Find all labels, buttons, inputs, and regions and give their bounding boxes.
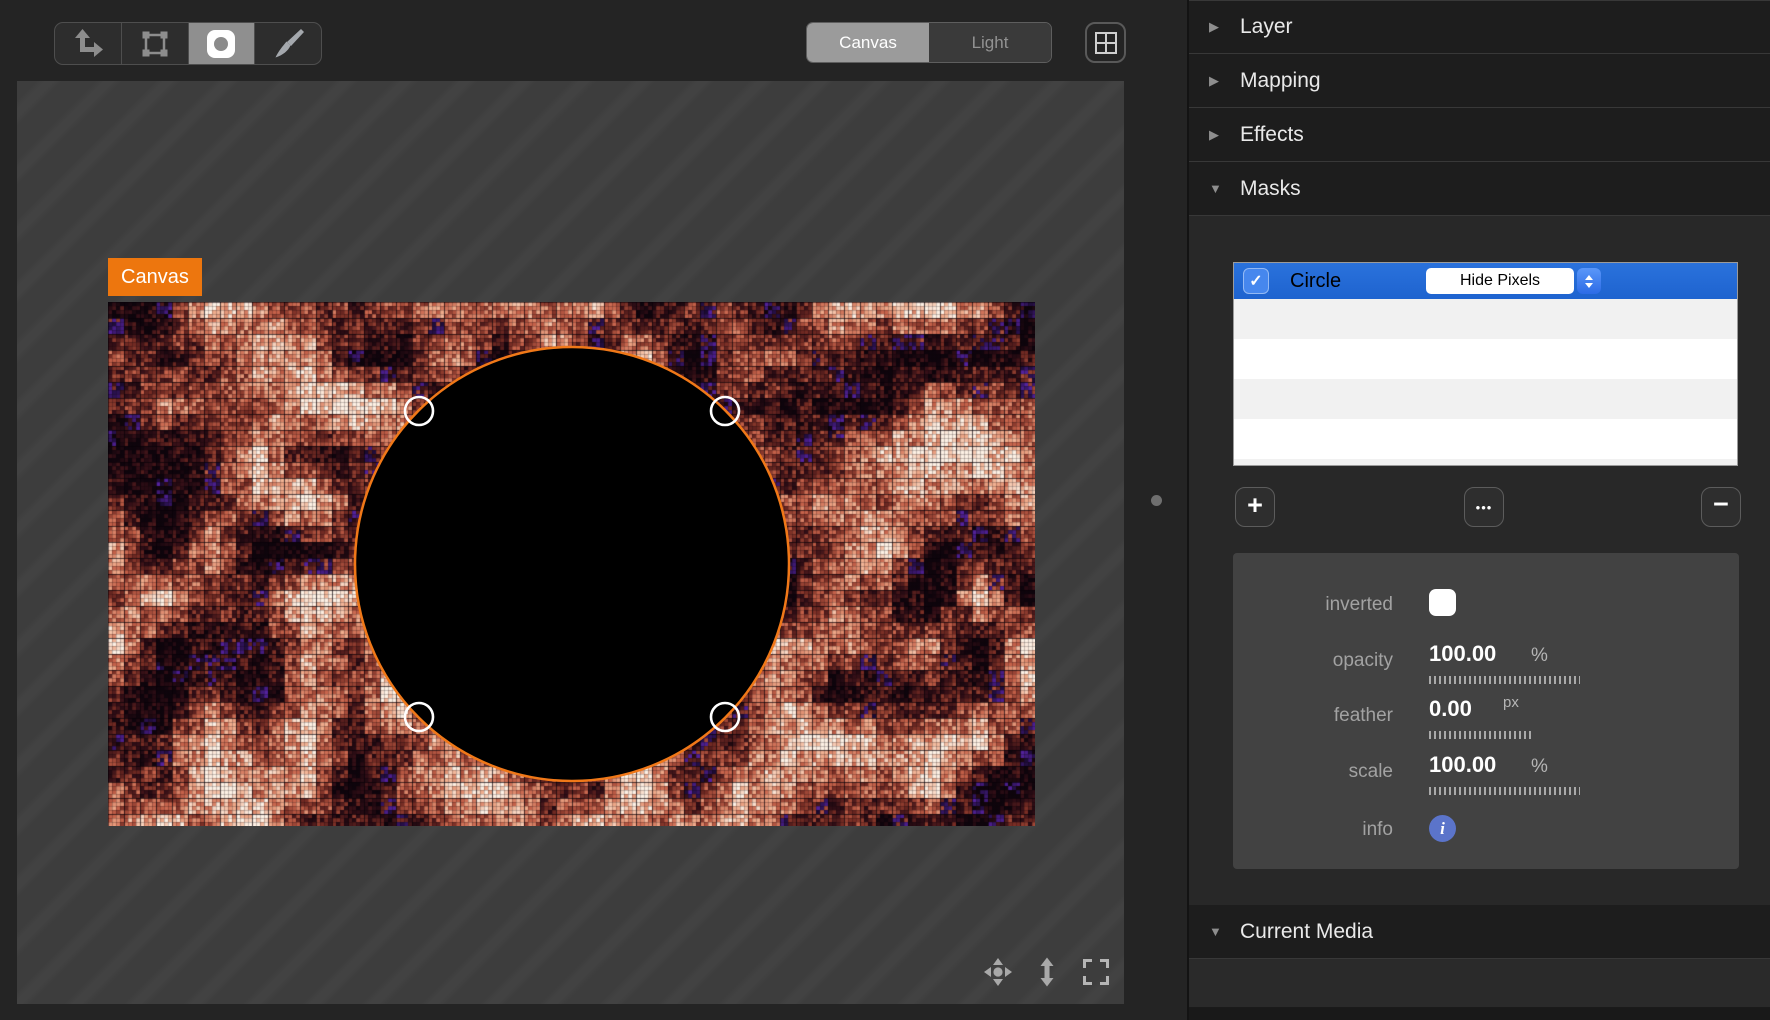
feather-label: feather [1233,705,1393,727]
feather-unit: px [1503,694,1519,711]
section-header-layer[interactable]: ▶ Layer [1189,0,1770,54]
panel-bottom-filler [1189,1008,1770,1020]
opacity-label: opacity [1233,650,1393,672]
chevron-right-icon: ▶ [1209,73,1227,89]
scale-slider[interactable] [1429,787,1580,795]
info-button[interactable]: i [1429,815,1456,842]
media-preview [108,302,1035,826]
mask-row-circle[interactable]: ✓ Circle Hide Pixels [1234,263,1737,299]
move-tool-button[interactable] [55,23,122,64]
mask-list: ✓ Circle Hide Pixels [1233,262,1738,466]
mask-tool-button[interactable] [189,23,256,64]
section-title: Layer [1240,15,1293,39]
info-label: info [1233,819,1393,841]
grid-icon [1094,31,1118,55]
transform-tool-button[interactable] [122,23,189,64]
chevron-right-icon: ▶ [1209,127,1227,143]
view-toggle: Canvas Light [806,22,1052,63]
pan-view-button[interactable] [982,956,1014,988]
mask-name: Circle [1290,263,1341,299]
masks-section-content: ✓ Circle Hide Pixels + ••• − inverted op… [1189,216,1770,905]
canvas-viewport[interactable]: Canvas [17,81,1124,1004]
remove-mask-button[interactable]: − [1701,487,1741,527]
move-arrow-icon [69,25,107,63]
mask-mode-stepper[interactable] [1577,268,1601,294]
fullscreen-icon [1082,958,1110,986]
inverted-label: inverted [1233,594,1393,616]
mask-list-empty-rows [1234,299,1737,465]
chevron-down-icon: ▼ [1209,181,1227,196]
fit-height-button[interactable] [1031,956,1063,988]
section-title: Masks [1240,177,1301,201]
opacity-value[interactable]: 100.00 [1429,641,1496,667]
info-icon: i [1440,819,1445,839]
view-tab-light[interactable]: Light [929,23,1051,62]
fit-height-icon [1032,957,1062,987]
chevron-right-icon: ▶ [1209,19,1227,35]
viewport-controls [982,956,1112,988]
grid-layout-button[interactable] [1085,22,1126,63]
scale-label: scale [1233,761,1393,783]
panel-splitter-handle[interactable] [1151,495,1162,506]
pan-icon [983,957,1013,987]
transform-quad-icon [136,25,174,63]
fullscreen-button[interactable] [1080,956,1112,988]
view-tab-canvas[interactable]: Canvas [807,23,929,62]
tool-segmented-control [54,22,322,65]
app-window: Canvas Light Canvas [0,0,1770,1020]
inspector-panel: ▶ Layer ▶ Mapping ▶ Effects ▼ Masks ✓ Ci… [1187,0,1770,1020]
chevron-down-icon [1585,283,1593,288]
scale-unit: % [1531,756,1548,778]
opacity-unit: % [1531,645,1548,667]
mask-mode-select[interactable]: Hide Pixels [1426,268,1574,294]
mask-tool-icon [201,24,241,64]
current-media-content [1189,959,1770,1008]
more-options-button[interactable]: ••• [1464,487,1504,527]
section-header-masks[interactable]: ▼ Masks [1189,162,1770,216]
scale-value[interactable]: 100.00 [1429,752,1496,778]
canvas-surface-tag[interactable]: Canvas [108,258,202,296]
section-title: Mapping [1240,69,1321,93]
mask-properties-group: inverted opacity 100.00 % feather 0.00 p… [1233,553,1739,869]
add-mask-button[interactable]: + [1235,487,1275,527]
opacity-slider[interactable] [1429,676,1580,684]
section-header-mapping[interactable]: ▶ Mapping [1189,54,1770,108]
chevron-down-icon: ▼ [1209,924,1227,939]
feather-value[interactable]: 0.00 [1429,696,1472,722]
paint-brush-icon [269,25,307,63]
section-title: Effects [1240,123,1304,147]
inverted-checkbox[interactable] [1429,589,1456,616]
mask-overlay [108,302,1035,826]
section-title: Current Media [1240,920,1373,944]
paint-tool-button[interactable] [255,23,321,64]
mask-enabled-checkbox[interactable]: ✓ [1243,268,1269,294]
chevron-up-icon [1585,275,1593,280]
section-header-effects[interactable]: ▶ Effects [1189,108,1770,162]
checkmark-icon: ✓ [1249,271,1262,291]
section-header-current-media[interactable]: ▼ Current Media [1189,905,1770,959]
feather-slider[interactable] [1429,731,1534,739]
circle-mask-shape[interactable] [355,347,789,781]
